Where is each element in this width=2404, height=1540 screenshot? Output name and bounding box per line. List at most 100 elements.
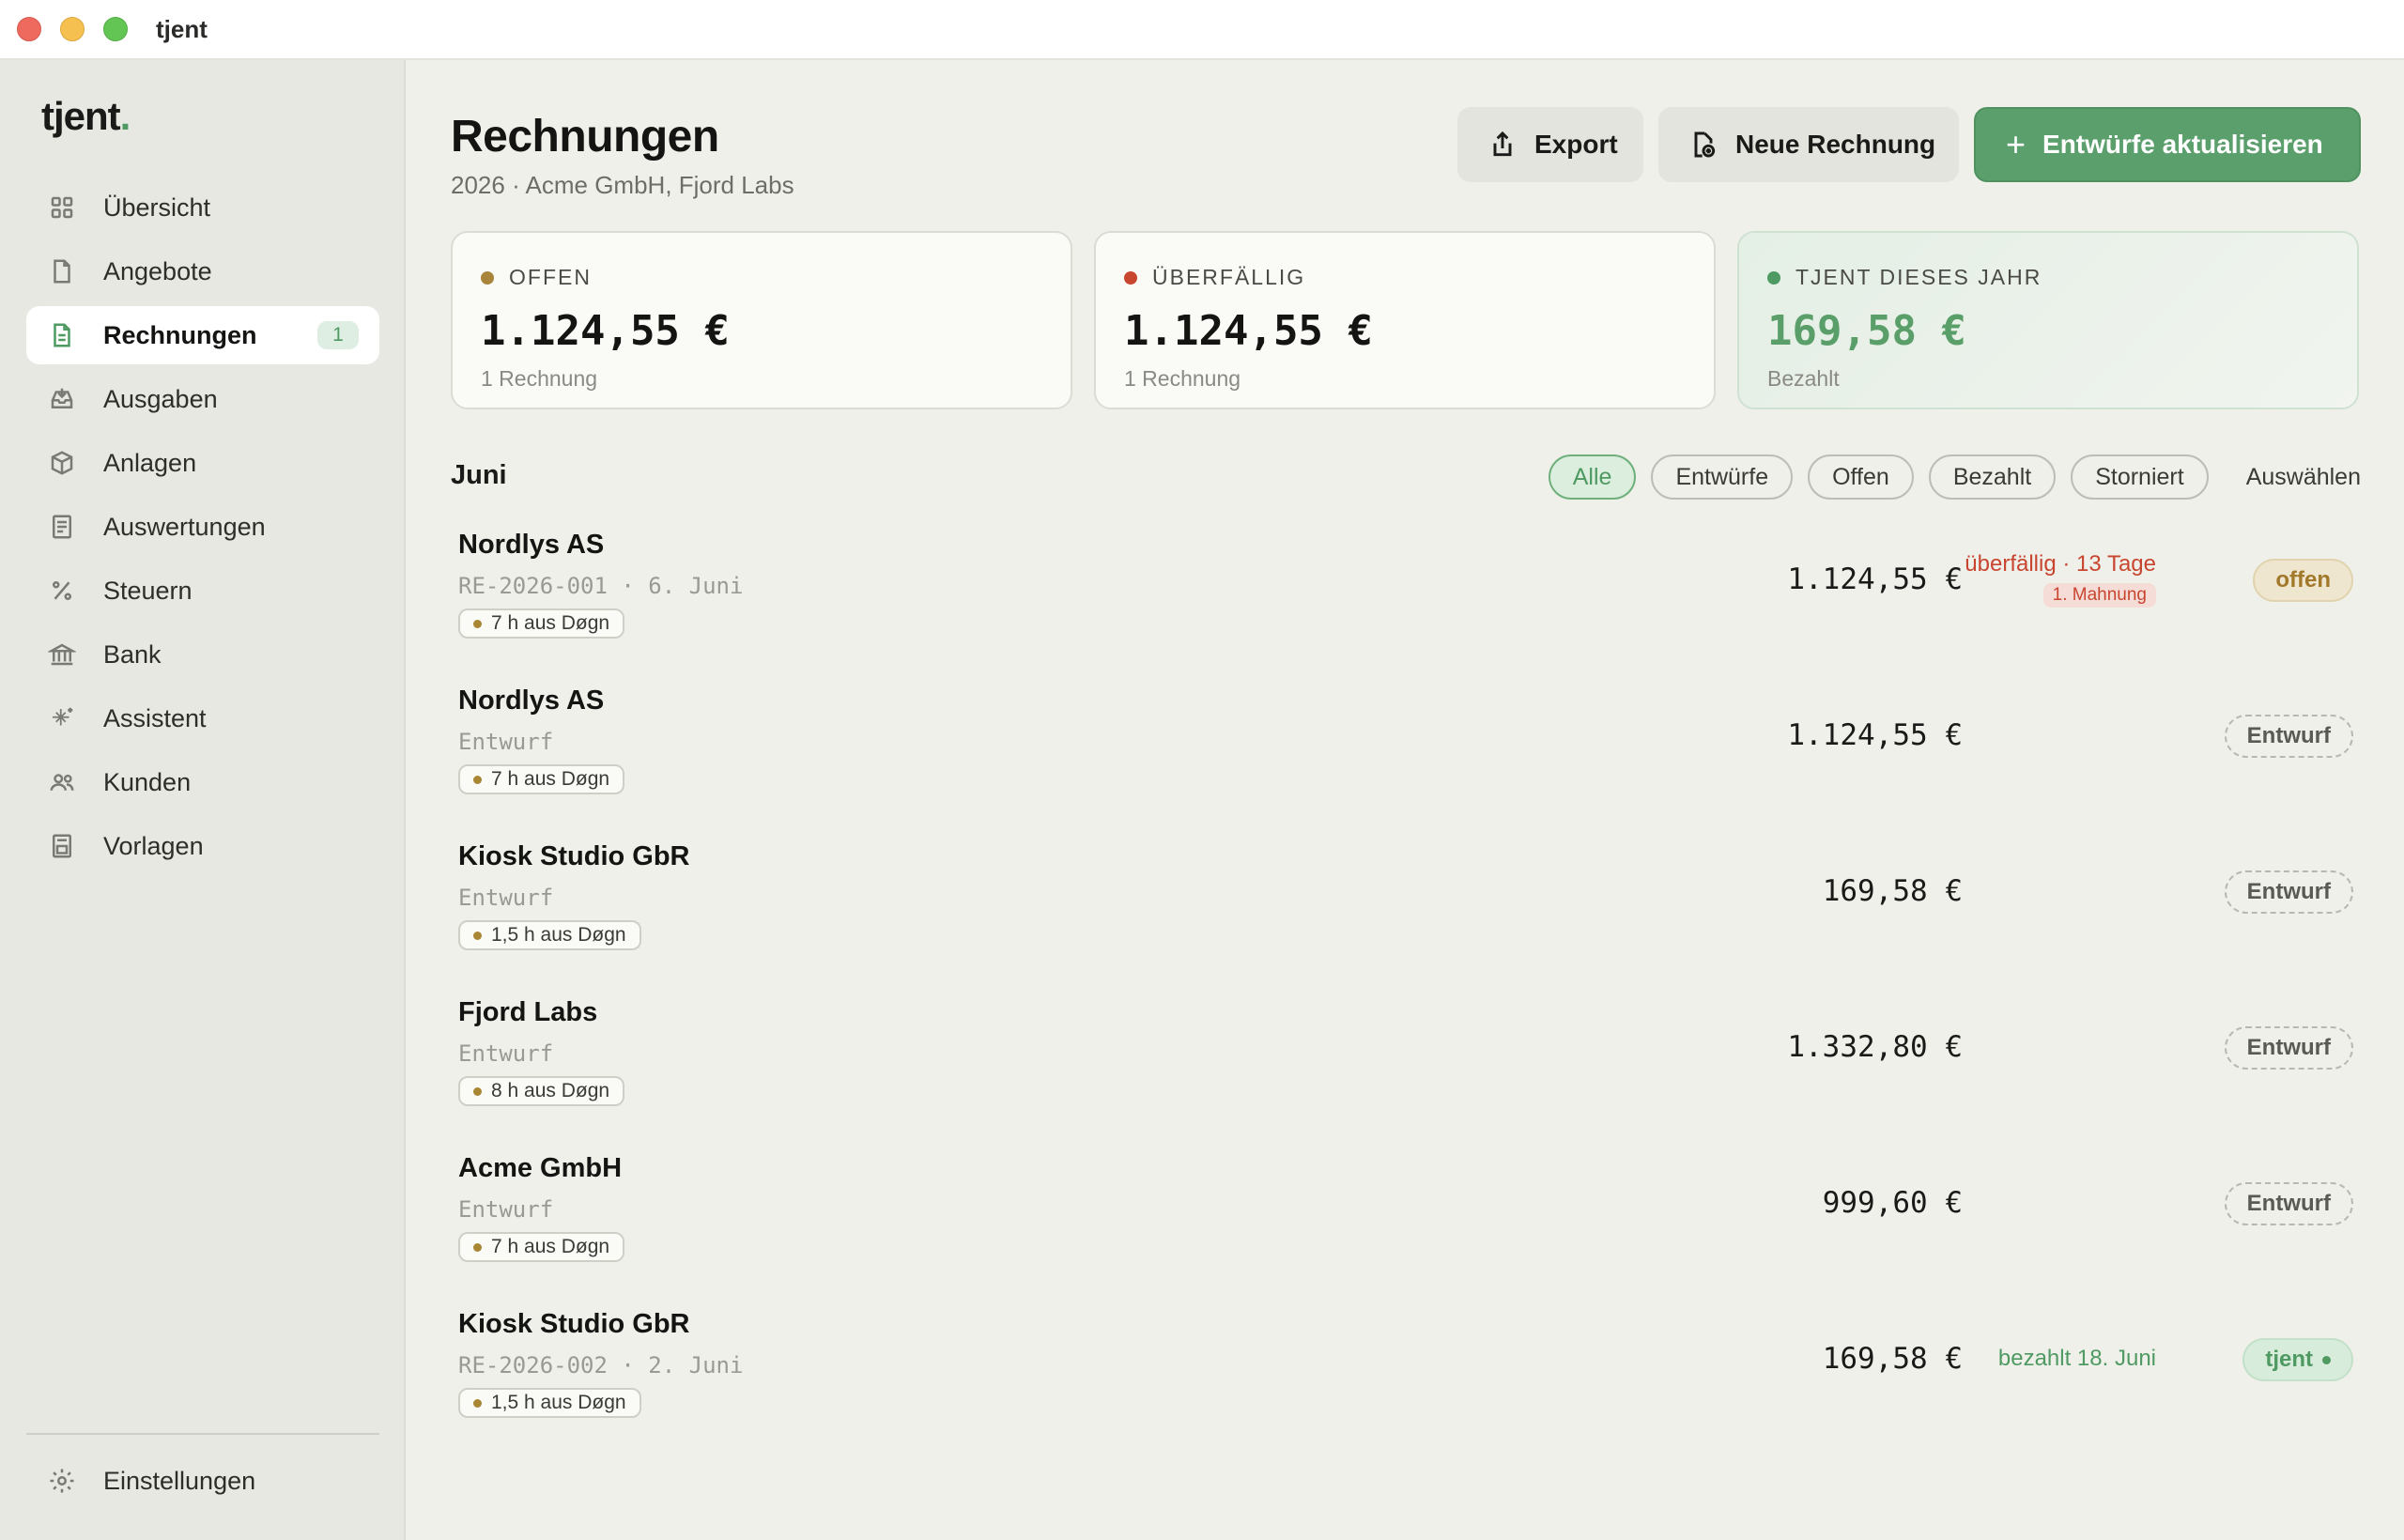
bank-icon xyxy=(47,639,77,670)
stat-note: 1 Rechnung xyxy=(481,366,598,391)
sidebar-item-assistent[interactable]: Assistent xyxy=(26,689,379,747)
sidebar-item-label: Anlagen xyxy=(103,448,197,477)
invoice-row[interactable]: Kiosk Studio GbR Entwurf 1,5 h aus Døgn … xyxy=(451,813,2361,969)
stat-card-open: OFFEN 1.124,55 € 1 Rechnung xyxy=(451,231,1072,409)
sidebar-item-angebote[interactable]: Angebote xyxy=(26,242,379,300)
sidebar-item-einstellungen[interactable]: Einstellungen xyxy=(26,1452,379,1510)
sidebar-item-label: Kunden xyxy=(103,767,192,796)
filter-entwuerfe[interactable]: Entwürfe xyxy=(1651,454,1794,500)
sidebar-item-label: Angebote xyxy=(103,256,212,285)
invoice-meta: Entwurf xyxy=(458,729,554,755)
sidebar-item-rechnungen[interactable]: Rechnungen 1 xyxy=(26,306,379,364)
box-icon xyxy=(47,448,77,478)
invoice-meta: Entwurf xyxy=(458,885,554,911)
tag-dot xyxy=(473,931,482,940)
sidebar-item-label: Einstellungen xyxy=(103,1466,256,1495)
sidebar-item-auswertungen[interactable]: Auswertungen xyxy=(26,498,379,556)
status-badge: Entwurf xyxy=(2224,870,2353,914)
invoice-icon xyxy=(47,320,77,350)
percent-icon xyxy=(47,576,77,606)
time-source-tag: 1,5 h aus Døgn xyxy=(458,920,641,950)
sidebar: tjent. Übersicht Angebote Rechnungen 1 A… xyxy=(0,60,406,1540)
sidebar-item-ausgaben[interactable]: Ausgaben xyxy=(26,370,379,428)
invoice-amount: 1.124,55 € xyxy=(1787,718,1963,752)
client-name: Nordlys AS xyxy=(458,530,605,560)
window-controls xyxy=(17,17,128,41)
reminder-badge: 1. Mahnung xyxy=(2042,583,2156,608)
stat-label: ÜBERFÄLLIG xyxy=(1152,265,1306,289)
stat-label: TJENT DIESES JAHR xyxy=(1795,265,2042,289)
sidebar-item-label: Assistent xyxy=(103,703,207,732)
filter-storniert[interactable]: Storniert xyxy=(2071,454,2209,500)
update-drafts-button-label: Entwürfe aktualisieren xyxy=(2042,130,2323,159)
sidebar-item-vorlagen[interactable]: Vorlagen xyxy=(26,817,379,875)
sidebar-item-label: Auswertungen xyxy=(103,512,266,541)
sidebar-item-anlagen[interactable]: Anlagen xyxy=(26,434,379,492)
minimize-window-button[interactable] xyxy=(60,17,85,41)
update-drafts-button[interactable]: + Entwürfe aktualisieren xyxy=(1974,107,2361,182)
share-icon xyxy=(1493,131,1512,157)
sidebar-item-label: Steuern xyxy=(103,576,193,605)
tag-dot xyxy=(473,775,482,784)
month-heading: Juni xyxy=(451,460,507,490)
stat-note: Bezahlt xyxy=(1767,366,1840,391)
new-document-icon xyxy=(1694,131,1716,158)
plus-icon: + xyxy=(2006,125,2026,163)
template-icon xyxy=(47,831,77,861)
time-source-tag: 7 h aus Døgn xyxy=(458,1232,625,1262)
sidebar-item-steuern[interactable]: Steuern xyxy=(26,562,379,620)
tag-dot xyxy=(473,1086,482,1096)
client-name: Fjord Labs xyxy=(458,997,598,1027)
app-window: tjent tjent. Übersicht Angebote Rechnung… xyxy=(0,0,2404,1540)
export-button[interactable]: Export xyxy=(1457,107,1643,182)
status-dot xyxy=(1124,270,1137,285)
stat-value: 1.124,55 € xyxy=(481,307,730,355)
sidebar-item-bank[interactable]: Bank xyxy=(26,625,379,684)
tag-dot xyxy=(473,619,482,628)
main-content: Rechnungen 2026 · Acme GmbH, Fjord Labs … xyxy=(408,60,2404,1540)
sidebar-settings: Einstellungen xyxy=(26,1452,379,1516)
filter-bar: Alle Entwürfe Offen Bezahlt Storniert Au… xyxy=(1533,454,2361,500)
time-source-tag: 7 h aus Døgn xyxy=(458,764,625,794)
invoice-amount: 1.124,55 € xyxy=(1787,562,1963,596)
stat-value: 169,58 € xyxy=(1767,307,1966,355)
invoice-row[interactable]: Nordlys AS RE-2026-001 · 6. Juni 7 h aus… xyxy=(451,501,2361,657)
new-invoice-button-label: Neue Rechnung xyxy=(1735,130,1936,159)
time-source-tag: 8 h aus Døgn xyxy=(458,1076,625,1106)
sidebar-item-label: Bank xyxy=(103,639,162,669)
invoice-meta: Entwurf xyxy=(458,1040,554,1067)
sparkle-icon xyxy=(47,703,77,733)
status-dot xyxy=(2322,1355,2331,1364)
tag-dot xyxy=(473,1398,482,1408)
sidebar-item-uebersicht[interactable]: Übersicht xyxy=(26,178,379,237)
select-button[interactable]: Auswählen xyxy=(2246,464,2361,491)
status-badge: Entwurf xyxy=(2224,715,2353,758)
invoice-meta: Entwurf xyxy=(458,1196,554,1223)
time-source-tag: 1,5 h aus Døgn xyxy=(458,1388,641,1418)
stat-card-overdue: ÜBERFÄLLIG 1.124,55 € 1 Rechnung xyxy=(1094,231,1716,409)
client-name: Acme GmbH xyxy=(458,1153,623,1183)
invoice-meta: RE-2026-002 · 2. Juni xyxy=(458,1352,744,1378)
status-badge: Entwurf xyxy=(2224,1182,2353,1225)
close-window-button[interactable] xyxy=(17,17,41,41)
invoice-list: Nordlys AS RE-2026-001 · 6. Juni 7 h aus… xyxy=(451,501,2361,1437)
filter-offen[interactable]: Offen xyxy=(1808,454,1914,500)
zoom-window-button[interactable] xyxy=(103,17,128,41)
invoice-row[interactable]: Fjord Labs Entwurf 8 h aus Døgn 1.332,80… xyxy=(451,969,2361,1125)
new-invoice-button[interactable]: Neue Rechnung xyxy=(1658,107,1959,182)
invoice-count-badge: 1 xyxy=(317,321,359,349)
stat-value: 1.124,55 € xyxy=(1124,307,1373,355)
filter-alle[interactable]: Alle xyxy=(1548,454,1637,500)
invoice-meta: RE-2026-001 · 6. Juni xyxy=(458,573,744,599)
inbox-icon xyxy=(47,384,77,414)
invoice-row[interactable]: Nordlys AS Entwurf 7 h aus Døgn 1.124,55… xyxy=(451,657,2361,813)
status-dot xyxy=(481,270,494,285)
users-icon xyxy=(47,767,77,797)
report-icon xyxy=(47,512,77,542)
filter-bezahlt[interactable]: Bezahlt xyxy=(1928,454,2057,500)
invoice-amount: 1.332,80 € xyxy=(1787,1030,1963,1064)
invoice-row[interactable]: Kiosk Studio GbR RE-2026-002 · 2. Juni 1… xyxy=(451,1281,2361,1437)
invoice-row[interactable]: Acme GmbH Entwurf 7 h aus Døgn 999,60 € … xyxy=(451,1125,2361,1281)
sidebar-item-kunden[interactable]: Kunden xyxy=(26,753,379,811)
sidebar-nav: Übersicht Angebote Rechnungen 1 Ausgaben… xyxy=(26,178,379,881)
